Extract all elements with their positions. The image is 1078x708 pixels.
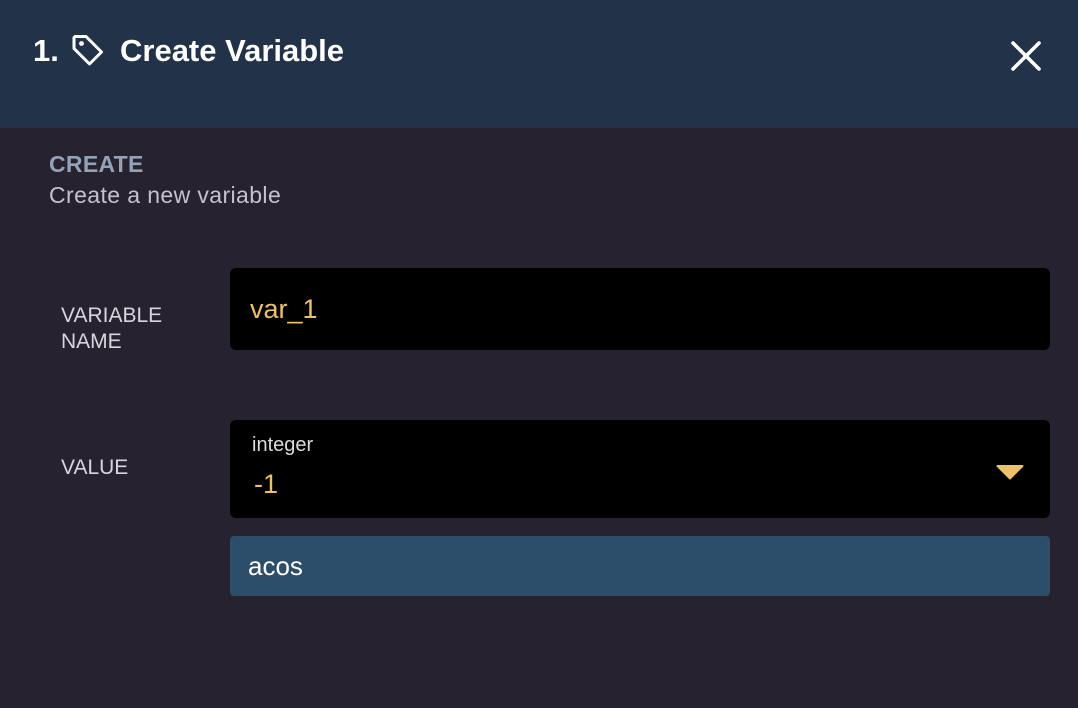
section-description: Create a new variable xyxy=(49,182,282,208)
value-option-acos[interactable]: acos xyxy=(230,536,1050,596)
create-variable-dialog: 1. Create Variable CREATE Create a new v… xyxy=(0,0,1078,708)
dialog-title: Create Variable xyxy=(120,33,345,68)
value-type-label: integer xyxy=(252,434,314,456)
close-icon[interactable] xyxy=(1004,34,1048,78)
variable-name-input[interactable] xyxy=(230,268,1050,350)
step-number: 1. xyxy=(33,33,59,68)
tag-icon xyxy=(72,35,103,66)
dialog-header: 1. Create Variable xyxy=(0,0,1078,128)
section-title: CREATE xyxy=(49,151,144,177)
caret-down-icon xyxy=(996,465,1024,480)
value-select[interactable]: integer -1 xyxy=(230,420,1050,518)
value-label: VALUE xyxy=(61,456,129,479)
variable-name-label: VARIABLE NAME xyxy=(61,304,163,353)
value-selected: -1 xyxy=(254,469,279,499)
